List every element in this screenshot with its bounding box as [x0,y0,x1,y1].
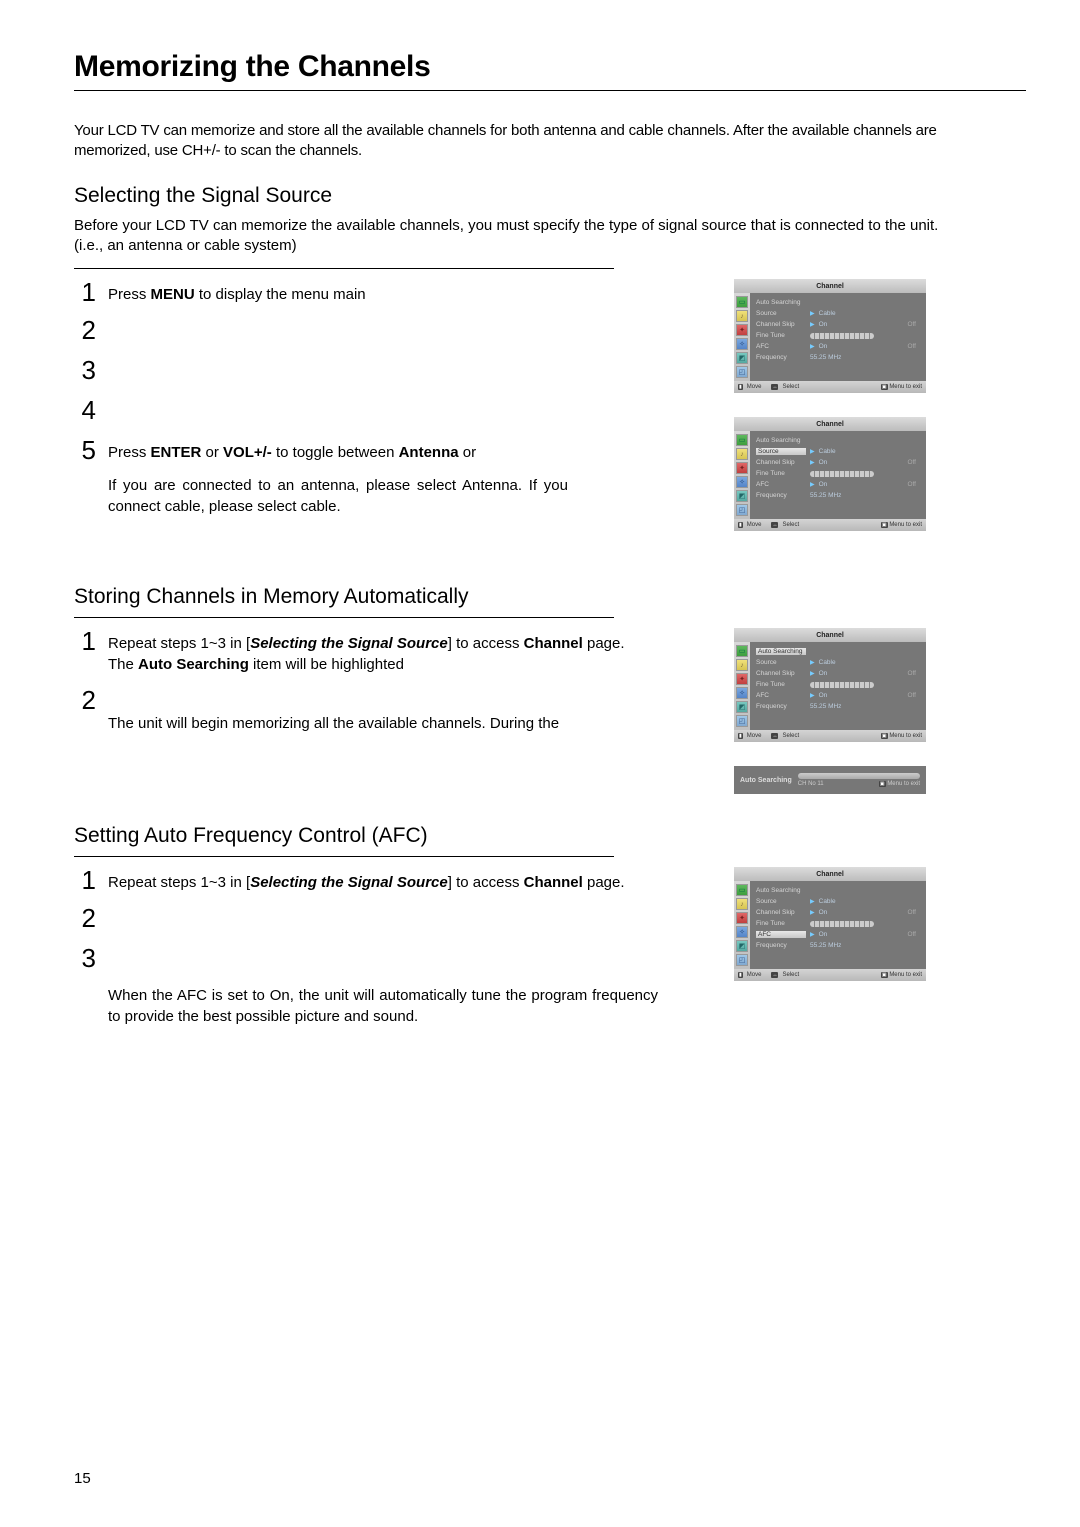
note-text: If you are connected to an antenna, plea… [108,475,568,517]
osd-auto-search-progress: Auto Searching CH No 11▣ Menu to exit [734,766,926,794]
steps-afc: 1 Repeat steps 1~3 in [Selecting the Sig… [74,867,674,973]
color-icon: ✦ [736,324,748,336]
step-num: 3 [74,945,96,971]
picture-icon: ▭ [736,296,748,308]
step-num: 5 [74,437,96,463]
osd-tab-icons: ▭ ♪ ✦ ✧ ◩ ◰ [734,293,750,381]
step-text: Repeat steps 1~3 in [Selecting the Signa… [108,867,625,893]
osd-panel-channel: Channel ▭ ♪ ✦ ✧ ◩ ◰ Auto Searching Sourc… [734,279,926,393]
steps-select-source: 1 Press MENU to display the menu main 2 … [74,279,674,463]
step-num: 2 [74,905,96,931]
step-num: 1 [74,867,96,893]
steps-auto-store: 1 Repeat steps 1~3 in [Selecting the Sig… [74,628,674,734]
rule [74,268,614,269]
rule [74,617,614,618]
step-text: Repeat steps 1~3 in [Selecting the Signa… [108,628,625,675]
step-text: Press MENU to display the menu main [108,279,366,305]
osd-panel-channel-autosearch: Channel ▭♪✦✧◩◰ Auto Searching Source▶Cab… [734,628,926,742]
step-num: 1 [74,279,96,305]
step-text: The unit will begin memorizing all the a… [108,687,559,734]
heading-select-source: Selecting the Signal Source [74,184,1026,208]
select-source-intro: Before your LCD TV can memorize the avai… [74,216,964,257]
step-num: 4 [74,397,96,423]
step-num: 3 [74,357,96,383]
setup-icon: ✧ [736,338,748,350]
step-text: Press ENTER or VOL+/- to toggle between … [108,437,476,463]
osd-title: Channel [734,279,926,293]
audio-icon: ♪ [736,310,748,322]
page-number: 15 [74,1470,91,1487]
channel-icon: ◩ [736,352,748,364]
heading-afc: Setting Auto Frequency Control (AFC) [74,824,1026,848]
page-title: Memorizing the Channels [74,50,1026,91]
heading-auto-store: Storing Channels in Memory Automatically [74,585,1026,609]
rule [74,856,614,857]
osd-panel-channel-afc: Channel ▭♪✦✧◩◰ Auto Searching Source▶Cab… [734,867,926,981]
note-text: When the AFC is set to On, the unit will… [108,985,658,1027]
misc-icon: ◰ [736,366,748,378]
step-num: 1 [74,628,96,654]
step-num: 2 [74,687,96,713]
intro-text: Your LCD TV can memorize and store all t… [74,121,964,162]
step-num: 2 [74,317,96,343]
osd-panel-channel-source: Channel ▭♪✦✧◩◰ Auto Searching Source▶Cab… [734,417,926,531]
